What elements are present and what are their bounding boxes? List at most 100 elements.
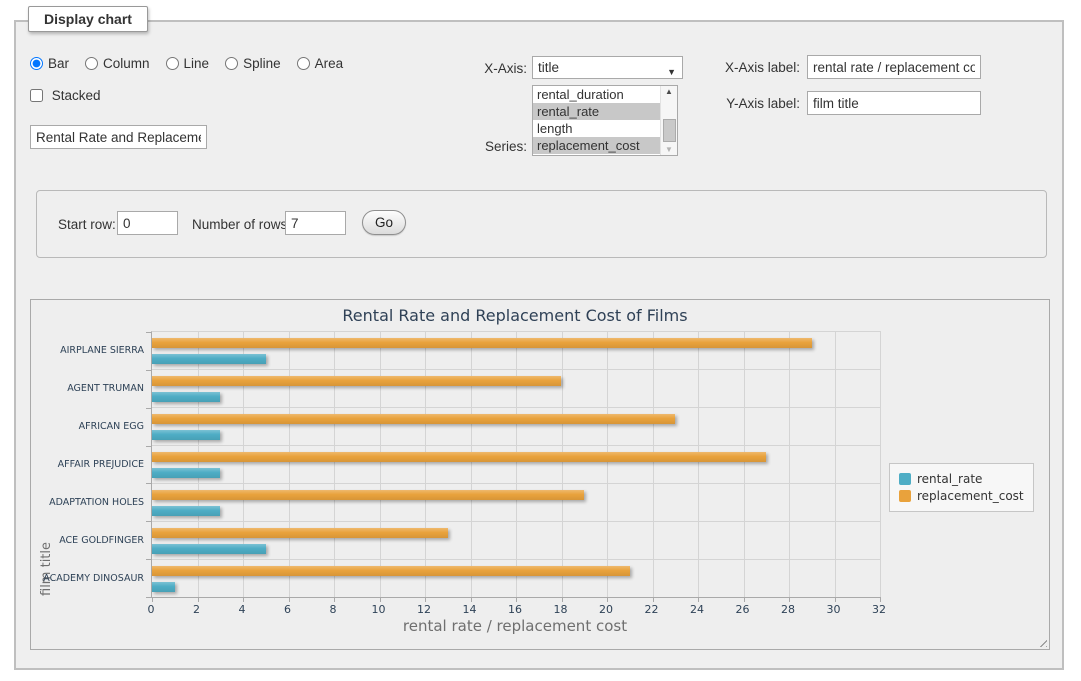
y-axis-label-caption: Y-Axis label: bbox=[690, 96, 800, 111]
scroll-up-icon[interactable]: ▲ bbox=[661, 87, 677, 96]
x-tickmark bbox=[243, 597, 244, 602]
chart-title-input[interactable] bbox=[30, 125, 207, 149]
row-controls-box bbox=[36, 190, 1047, 258]
bar-replacement_cost[interactable] bbox=[152, 338, 812, 348]
bar-rental_rate[interactable] bbox=[152, 544, 266, 554]
x-tickmark bbox=[380, 597, 381, 602]
x-tickmark bbox=[198, 597, 199, 602]
legend-item-replacement_cost[interactable]: replacement_cost bbox=[899, 489, 1024, 503]
bar-rental_rate[interactable] bbox=[152, 506, 220, 516]
category-label: AIRPLANE SIERRA bbox=[34, 332, 144, 369]
x-tickmark bbox=[334, 597, 335, 602]
x-axis-caption: X-Axis: bbox=[430, 61, 527, 76]
x-tick-label: 2 bbox=[193, 603, 200, 616]
x-tickmark bbox=[789, 597, 790, 602]
bar-replacement_cost[interactable] bbox=[152, 528, 448, 538]
number-of-rows-input[interactable] bbox=[285, 211, 346, 235]
x-tick-label: 14 bbox=[463, 603, 477, 616]
x-tickmark bbox=[653, 597, 654, 602]
chart-container: Rental Rate and Replacement Cost of Film… bbox=[30, 299, 1050, 650]
stacked-option[interactable]: Stacked bbox=[30, 88, 101, 103]
bar-rental_rate[interactable] bbox=[152, 430, 220, 440]
bar-replacement_cost[interactable] bbox=[152, 566, 630, 576]
radio-column[interactable] bbox=[85, 57, 98, 70]
category-label: AGENT TRUMAN bbox=[34, 370, 144, 407]
radio-label: Spline bbox=[243, 56, 281, 71]
bar-replacement_cost[interactable] bbox=[152, 414, 675, 424]
radio-label: Area bbox=[315, 56, 344, 71]
radio-label: Line bbox=[184, 56, 210, 71]
stacked-row: Stacked bbox=[30, 88, 117, 103]
stacked-checkbox[interactable] bbox=[30, 89, 43, 102]
x-tickmark bbox=[744, 597, 745, 602]
series-option-rental_rate[interactable]: rental_rate bbox=[533, 103, 660, 120]
radio-option-spline[interactable]: Spline bbox=[225, 56, 281, 71]
y-tickmark bbox=[146, 332, 152, 333]
x-tickmark bbox=[516, 597, 517, 602]
bar-rental_rate[interactable] bbox=[152, 392, 220, 402]
chart-legend: rental_rate replacement_cost bbox=[889, 463, 1034, 512]
x-tick-label: 24 bbox=[690, 603, 704, 616]
radio-label: Column bbox=[103, 56, 150, 71]
y-tickmark bbox=[146, 559, 152, 560]
category-band: AFRICAN EGG bbox=[152, 408, 880, 446]
scrollbar-thumb[interactable] bbox=[663, 119, 676, 142]
legend-swatch bbox=[899, 490, 911, 502]
legend-item-rental_rate[interactable]: rental_rate bbox=[899, 472, 1024, 486]
radio-option-bar[interactable]: Bar bbox=[30, 56, 69, 71]
chart-title: Rental Rate and Replacement Cost of Film… bbox=[151, 306, 879, 325]
category-band: ACE GOLDFINGER bbox=[152, 522, 880, 560]
category-band: ADAPTATION HOLES bbox=[152, 484, 880, 522]
x-tick-label: 32 bbox=[872, 603, 886, 616]
category-band: AFFAIR PREJUDICE bbox=[152, 446, 880, 484]
x-tick-label: 6 bbox=[284, 603, 291, 616]
go-button[interactable]: Go bbox=[362, 210, 406, 235]
x-tick-label: 20 bbox=[599, 603, 613, 616]
series-caption: Series: bbox=[430, 139, 527, 154]
bar-replacement_cost[interactable] bbox=[152, 376, 561, 386]
panel-title: Display chart bbox=[28, 6, 148, 32]
radio-label: Bar bbox=[48, 56, 69, 71]
x-tick-label: 22 bbox=[645, 603, 659, 616]
chart-type-radios: Bar Column Line Spline Area bbox=[30, 56, 359, 71]
chevron-down-icon: ▼ bbox=[667, 62, 676, 83]
category-label: AFRICAN EGG bbox=[34, 408, 144, 445]
x-axis-label-input[interactable] bbox=[807, 55, 981, 79]
x-axis-label-caption: X-Axis label: bbox=[690, 60, 800, 75]
x-tickmark bbox=[880, 597, 881, 602]
bar-replacement_cost[interactable] bbox=[152, 452, 766, 462]
radio-area[interactable] bbox=[297, 57, 310, 70]
resize-handle-icon[interactable] bbox=[1036, 636, 1047, 647]
bar-rental_rate[interactable] bbox=[152, 468, 220, 478]
series-option-replacement_cost[interactable]: replacement_cost bbox=[533, 137, 660, 154]
y-axis-label-input[interactable] bbox=[807, 91, 981, 115]
bar-rental_rate[interactable] bbox=[152, 354, 266, 364]
series-scrollbar[interactable]: ▲ ▼ bbox=[660, 86, 677, 155]
category-label: ADAPTATION HOLES bbox=[34, 484, 144, 521]
x-axis-select[interactable]: title ▼ bbox=[532, 56, 683, 79]
series-option-length[interactable]: length bbox=[533, 120, 660, 137]
start-row-input[interactable] bbox=[117, 211, 178, 235]
category-label: ACADEMY DINOSAUR bbox=[34, 560, 144, 597]
x-tick-label: 8 bbox=[330, 603, 337, 616]
x-tick-label: 4 bbox=[239, 603, 246, 616]
series-listbox: rental_durationrental_ratelengthreplacem… bbox=[532, 85, 678, 156]
x-axis-title: rental rate / replacement cost bbox=[151, 617, 879, 635]
radio-option-area[interactable]: Area bbox=[297, 56, 344, 71]
x-tickmark bbox=[835, 597, 836, 602]
radio-spline[interactable] bbox=[225, 57, 238, 70]
series-options: rental_durationrental_ratelengthreplacem… bbox=[533, 86, 660, 155]
y-tickmark bbox=[146, 521, 152, 522]
x-tick-label: 10 bbox=[372, 603, 386, 616]
bar-replacement_cost[interactable] bbox=[152, 490, 584, 500]
radio-bar[interactable] bbox=[30, 57, 43, 70]
stacked-label: Stacked bbox=[52, 88, 101, 103]
radio-option-column[interactable]: Column bbox=[85, 56, 150, 71]
x-tick-label: 26 bbox=[736, 603, 750, 616]
bar-rental_rate[interactable] bbox=[152, 582, 175, 592]
radio-line[interactable] bbox=[166, 57, 179, 70]
number-of-rows-caption: Number of rows: bbox=[192, 217, 291, 232]
radio-option-line[interactable]: Line bbox=[166, 56, 210, 71]
scroll-down-icon[interactable]: ▼ bbox=[661, 145, 677, 154]
series-option-rental_duration[interactable]: rental_duration bbox=[533, 86, 660, 103]
